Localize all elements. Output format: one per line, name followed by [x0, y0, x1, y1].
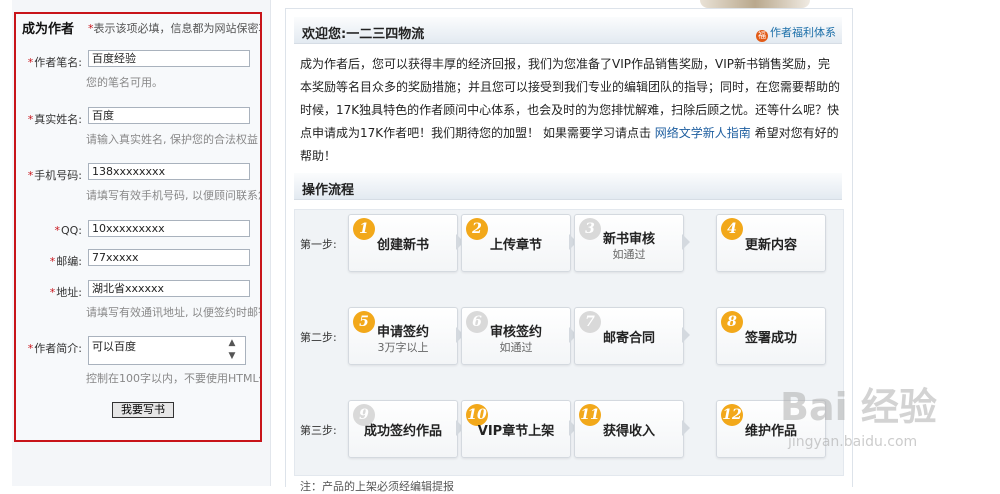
address-label: *地址:: [49, 286, 82, 299]
step-title: 创建新书: [376, 238, 429, 253]
step-title: VIP章节上架: [477, 424, 555, 439]
author-welfare-link[interactable]: 福作者福利体系: [756, 24, 836, 42]
process-step-card: 12 维护作品: [716, 400, 826, 458]
process-step-card: 8 签署成功: [716, 307, 826, 365]
newbie-guide-link[interactable]: 网络文学新人指南: [655, 126, 751, 140]
pen-name-label: *作者笔名:: [27, 56, 82, 69]
intro-textarea[interactable]: 可以百度: [88, 336, 246, 365]
textarea-scroll-up-icon[interactable]: ▲: [226, 338, 238, 349]
address-input[interactable]: [88, 280, 250, 297]
process-step-label: 第二步:: [300, 331, 337, 344]
process-step-card: 10 VIP章节上架: [461, 400, 571, 458]
process-step-card: 6 审核签约 如通过: [461, 307, 571, 365]
step-title: 获得收入: [602, 424, 655, 439]
step-subtitle: 如通过: [612, 248, 646, 261]
process-step-card: 5 申请签约 3万字以上: [348, 307, 458, 365]
process-step-card: 9 成功签约作品: [348, 400, 458, 458]
step-title: 邮寄合同: [602, 331, 655, 346]
step-subtitle: 如通过: [499, 341, 533, 354]
step-title: 更新内容: [744, 238, 797, 253]
phone-input[interactable]: [88, 163, 250, 180]
step-title: 新书审核: [602, 232, 655, 247]
qq-input[interactable]: [88, 220, 250, 237]
zip-label: *邮编:: [49, 255, 82, 268]
process-title: 操作流程: [302, 183, 355, 198]
process-step-label: 第一步:: [300, 238, 337, 251]
form-title: 成为作者: [22, 22, 75, 37]
right-panel: 欢迎您:一二三四物流 福作者福利体系 成为作者后，您可以获得丰厚的经济回报，我们…: [285, 8, 853, 487]
step-title: 维护作品: [744, 424, 797, 439]
step-arrow-icon: [682, 234, 690, 250]
welcome-title: 欢迎您:一二三四物流: [302, 27, 425, 42]
step-title: 签署成功: [744, 331, 797, 346]
intro-hint: 控制在100字以内，不要使用HTML代码: [86, 372, 262, 385]
process-step-card: 3 新书审核 如通过: [574, 214, 684, 272]
qq-label: *QQ:: [54, 224, 82, 237]
address-hint: 请填写有效通讯地址, 以便签约时邮寄: [86, 306, 262, 319]
bottom-note: 注：产品的上架必须经编辑提报: [300, 480, 454, 493]
step-title: 上传章节: [489, 238, 542, 253]
welcome-intro: 成为作者后，您可以获得丰厚的经济回报，我们为您准备了VIP作品销售奖励，VIP新…: [300, 57, 841, 163]
step-arrow-icon: [682, 327, 690, 343]
author-application-form: 成为作者 *表示该项必填，信息都为网站保密项 *作者笔名: 您的笔名可用。 *真…: [14, 12, 262, 442]
phone-label: *手机号码:: [27, 169, 82, 182]
real-name-hint: 请输入真实姓名, 保护您的合法权益: [86, 133, 258, 146]
step-title: 审核签约: [489, 325, 542, 340]
process-step-card: 2 上传章节: [461, 214, 571, 272]
process-step-card: 1 创建新书: [348, 214, 458, 272]
real-name-input[interactable]: [88, 107, 250, 124]
intro-label: *作者简介:: [27, 342, 82, 355]
process-bar: 操作流程: [294, 173, 842, 200]
step-title: 成功签约作品: [363, 424, 442, 439]
welfare-icon: 福: [756, 30, 768, 42]
required-note: *表示该项必填，信息都为网站保密项: [88, 22, 262, 35]
pen-name-hint: 您的笔名可用。: [86, 76, 163, 89]
real-name-label: *真实姓名:: [27, 113, 82, 126]
zip-input[interactable]: [88, 249, 250, 266]
process-step-label: 第三步:: [300, 424, 337, 437]
process-step-card: 11 获得收入: [574, 400, 684, 458]
welcome-bar: 欢迎您:一二三四物流 福作者福利体系: [294, 17, 842, 44]
step-title: 申请签约: [376, 325, 429, 340]
process-step-card: 4 更新内容: [716, 214, 826, 272]
step-subtitle: 3万字以上: [377, 341, 429, 354]
textarea-scroll-down-icon[interactable]: ▼: [226, 351, 238, 362]
phone-hint: 请填写有效手机号码, 以便顾问联系您: [86, 189, 262, 202]
header-decoration: [700, 0, 810, 8]
process-step-card: 7 邮寄合同: [574, 307, 684, 365]
pen-name-input[interactable]: [88, 50, 250, 67]
step-arrow-icon: [682, 420, 690, 436]
submit-button[interactable]: 我要写书: [112, 402, 174, 418]
